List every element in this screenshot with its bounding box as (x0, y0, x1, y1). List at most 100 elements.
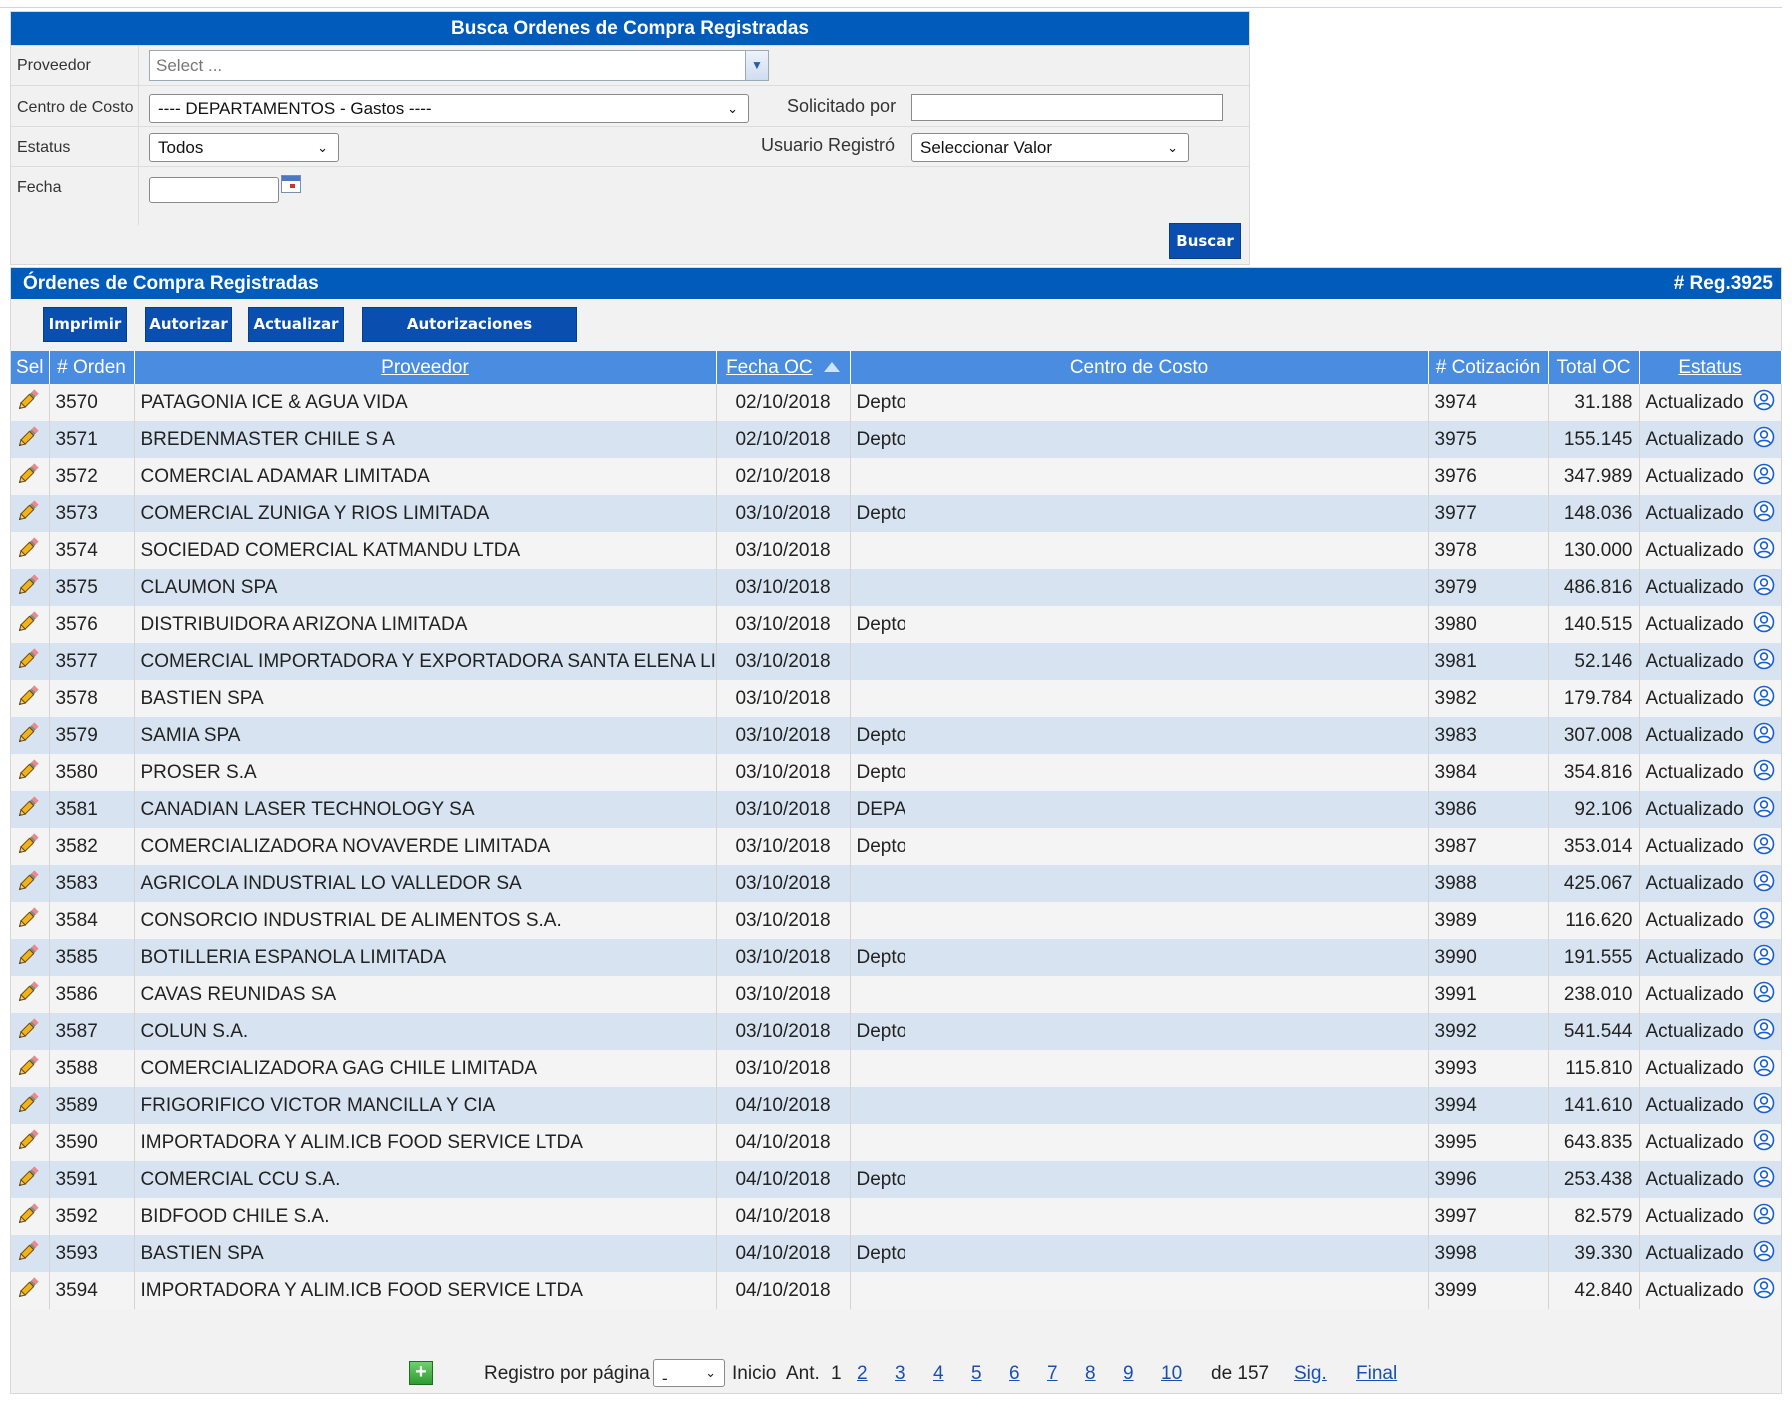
table-row[interactable]: 3588 COMERCIALIZADORA GAG CHILE LIMITADA 0… (11, 1050, 1782, 1087)
table-row[interactable]: 3586 CAVAS REUNIDAS SA 03/10/2018 3991 238.0… (11, 976, 1782, 1013)
add-icon[interactable]: + (409, 1361, 433, 1385)
edit-cell[interactable] (11, 976, 50, 1013)
user-icon[interactable] (1753, 426, 1775, 454)
pencil-icon[interactable] (15, 498, 41, 530)
user-icon[interactable] (1753, 759, 1775, 787)
edit-cell[interactable] (11, 1198, 50, 1235)
user-icon[interactable] (1753, 1203, 1775, 1231)
pencil-icon[interactable] (15, 868, 41, 900)
table-row[interactable]: 3583 AGRICOLA INDUSTRIAL LO VALLEDOR SA 03… (11, 865, 1782, 902)
usuario-select[interactable]: Seleccionar Valor ⌄ (911, 133, 1189, 162)
user-icon[interactable] (1753, 500, 1775, 528)
table-row[interactable]: 3589 FRIGORIFICO VICTOR MANCILLA Y CIA 04/… (11, 1087, 1782, 1124)
table-row[interactable]: 3574 SOCIEDAD COMERCIAL KATMANDU LTDA 03/1… (11, 532, 1782, 569)
user-icon[interactable] (1753, 463, 1775, 491)
actualizar-button[interactable]: Actualizar (248, 307, 344, 342)
page-link-8[interactable]: 8 (1085, 1363, 1096, 1385)
pencil-icon[interactable] (15, 831, 41, 863)
table-row[interactable]: 3593BASTIEN SPA04/10/2018Depto.399839.33… (11, 1235, 1782, 1272)
table-row[interactable]: 3587COLUN S.A.03/10/2018Depto.3992541.54… (11, 1013, 1782, 1050)
edit-cell[interactable] (11, 902, 50, 939)
buscar-button[interactable]: Buscar (1169, 223, 1241, 259)
table-row[interactable]: 3581 CANADIAN LASER TECHNOLOGY SA 03/10/20… (11, 791, 1782, 828)
pager-ant[interactable]: Ant. (786, 1363, 820, 1385)
user-icon[interactable] (1753, 1129, 1775, 1157)
table-row[interactable]: 3585 BOTILLERIA ESPANOLA LIMITADA 03/10/20… (11, 939, 1782, 976)
pencil-icon[interactable] (15, 683, 41, 715)
table-row[interactable]: 3580PROSER S.A03/10/2018Depto.3984354.81… (11, 754, 1782, 791)
edit-cell[interactable] (11, 643, 50, 680)
estatus-select[interactable]: Todos ⌄ (149, 133, 339, 162)
pencil-icon[interactable] (15, 1016, 41, 1048)
user-icon[interactable] (1753, 1240, 1775, 1268)
pencil-icon[interactable] (15, 757, 41, 789)
edit-cell[interactable] (11, 458, 50, 495)
calendar-icon[interactable] (281, 175, 301, 193)
table-row[interactable]: 3570 PATAGONIA ICE & AGUA VIDA 02/10/2018 D… (11, 384, 1782, 421)
autorizaciones-pendientes-button[interactable]: Autorizaciones Pendientes (362, 307, 577, 366)
table-row[interactable]: 3571 BREDENMASTER CHILE S A 02/10/2018 Dept… (11, 421, 1782, 458)
pencil-icon[interactable] (15, 572, 41, 604)
user-icon[interactable] (1753, 1277, 1775, 1305)
table-row[interactable]: 3573 COMERCIAL ZUNIGA Y RIOS LIMITADA 03/1… (11, 495, 1782, 532)
table-row[interactable]: 3590 IMPORTADORA Y ALIM.ICB FOOD SERVICE … (11, 1124, 1782, 1161)
pencil-icon[interactable] (15, 424, 41, 456)
pencil-icon[interactable] (15, 535, 41, 567)
edit-cell[interactable] (11, 865, 50, 902)
edit-cell[interactable] (11, 606, 50, 643)
imprimir-button[interactable]: Imprimir (43, 307, 127, 342)
pencil-icon[interactable] (15, 387, 41, 419)
col-proveedor[interactable]: Proveedor (134, 351, 717, 384)
user-icon[interactable] (1753, 574, 1775, 602)
user-icon[interactable] (1753, 833, 1775, 861)
edit-cell[interactable] (11, 1013, 50, 1050)
page-link-9[interactable]: 9 (1123, 1363, 1134, 1385)
edit-cell[interactable] (11, 1161, 50, 1198)
pencil-icon[interactable] (15, 1090, 41, 1122)
page-link-5[interactable]: 5 (971, 1363, 982, 1385)
user-icon[interactable] (1753, 870, 1775, 898)
fecha-input[interactable] (149, 177, 279, 203)
table-row[interactable]: 3579SAMIA SPA03/10/2018Depto.3983307.008… (11, 717, 1782, 754)
pencil-icon[interactable] (15, 1053, 41, 1085)
edit-cell[interactable] (11, 1272, 50, 1309)
edit-cell[interactable] (11, 939, 50, 976)
table-row[interactable]: 3582 COMERCIALIZADORA NOVAVERDE LIMITADA 0… (11, 828, 1782, 865)
edit-cell[interactable] (11, 384, 50, 421)
user-icon[interactable] (1753, 685, 1775, 713)
table-row[interactable]: 3572 COMERCIAL ADAMAR LIMITADA 02/10/2018 3… (11, 458, 1782, 495)
pencil-icon[interactable] (15, 609, 41, 641)
page-link-4[interactable]: 4 (933, 1363, 944, 1385)
pencil-icon[interactable] (15, 794, 41, 826)
pencil-icon[interactable] (15, 905, 41, 937)
page-link-7[interactable]: 7 (1047, 1363, 1058, 1385)
edit-cell[interactable] (11, 791, 50, 828)
col-estatus[interactable]: Estatus (1639, 351, 1782, 384)
pencil-icon[interactable] (15, 1127, 41, 1159)
pager-inicio[interactable]: Inicio (732, 1363, 776, 1385)
page-link-3[interactable]: 3 (895, 1363, 906, 1385)
page-link-2[interactable]: 2 (857, 1363, 868, 1385)
user-icon[interactable] (1753, 648, 1775, 676)
user-icon[interactable] (1753, 1055, 1775, 1083)
edit-cell[interactable] (11, 754, 50, 791)
edit-cell[interactable] (11, 828, 50, 865)
table-row[interactable]: 3591COMERCIAL CCU S.A.04/10/2018Depto.39… (11, 1161, 1782, 1198)
edit-cell[interactable] (11, 569, 50, 606)
edit-cell[interactable] (11, 1235, 50, 1272)
edit-cell[interactable] (11, 1050, 50, 1087)
user-icon[interactable] (1753, 907, 1775, 935)
pencil-icon[interactable] (15, 461, 41, 493)
table-row[interactable]: 3584 CONSORCIO INDUSTRIAL DE ALIMENTOS S.… (11, 902, 1782, 939)
chevron-down-icon[interactable]: ▼ (745, 51, 768, 80)
centro-select[interactable]: ---- DEPARTAMENTOS - Gastos ---- ⌄ (149, 94, 749, 123)
edit-cell[interactable] (11, 532, 50, 569)
table-row[interactable]: 3592 BIDFOOD CHILE S.A. 04/10/2018 3997 82.5… (11, 1198, 1782, 1235)
edit-cell[interactable] (11, 1124, 50, 1161)
edit-cell[interactable] (11, 495, 50, 532)
edit-cell[interactable] (11, 717, 50, 754)
table-row[interactable]: 3577 COMERCIAL IMPORTADORA Y EXPORTADORA … (11, 643, 1782, 680)
col-fecha-oc[interactable]: Fecha OC (716, 351, 851, 384)
table-row[interactable]: 3576 DISTRIBUIDORA ARIZONA LIMITADA 03/10/… (11, 606, 1782, 643)
pencil-icon[interactable] (15, 1238, 41, 1270)
